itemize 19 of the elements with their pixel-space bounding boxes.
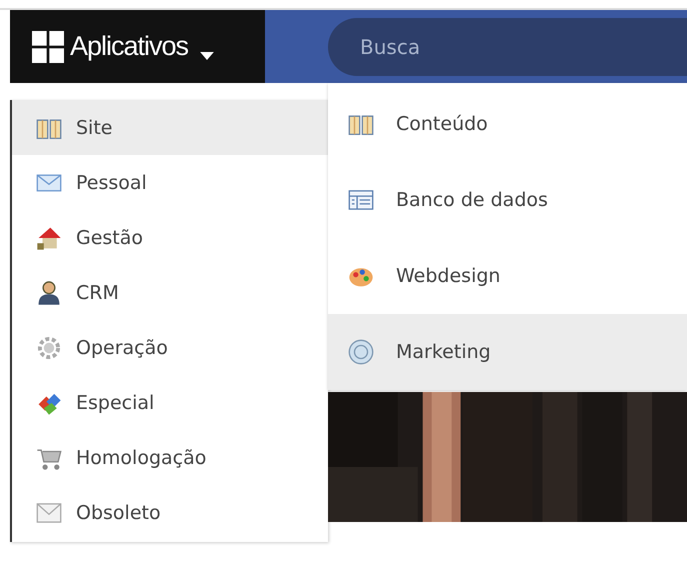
search-field[interactable]: Busca <box>328 18 687 76</box>
menu-item[interactable]: Banco de dados <box>328 162 687 238</box>
menu-item[interactable]: Conteúdo <box>328 86 687 162</box>
menu-item[interactable]: CRM <box>12 265 328 320</box>
menu-item[interactable]: Webdesign <box>328 238 687 314</box>
grid-icon <box>32 30 64 62</box>
menu-item[interactable]: Operação <box>12 320 328 375</box>
menu-item[interactable]: Obsoleto <box>12 485 328 540</box>
menu-item[interactable]: Marketing <box>328 314 687 390</box>
menu-item[interactable]: Site <box>12 100 328 155</box>
gear-icon <box>36 334 62 360</box>
menu-item[interactable]: Pessoal <box>12 155 328 210</box>
caret-icon <box>200 52 214 60</box>
house-icon <box>36 224 62 250</box>
menu-item[interactable]: Especial <box>12 375 328 430</box>
menu-item[interactable]: Gestão <box>12 210 328 265</box>
menu-item[interactable]: Homologação <box>12 430 328 485</box>
person-icon <box>36 280 62 306</box>
apps-menu-button[interactable]: Aplicativos <box>10 10 265 83</box>
